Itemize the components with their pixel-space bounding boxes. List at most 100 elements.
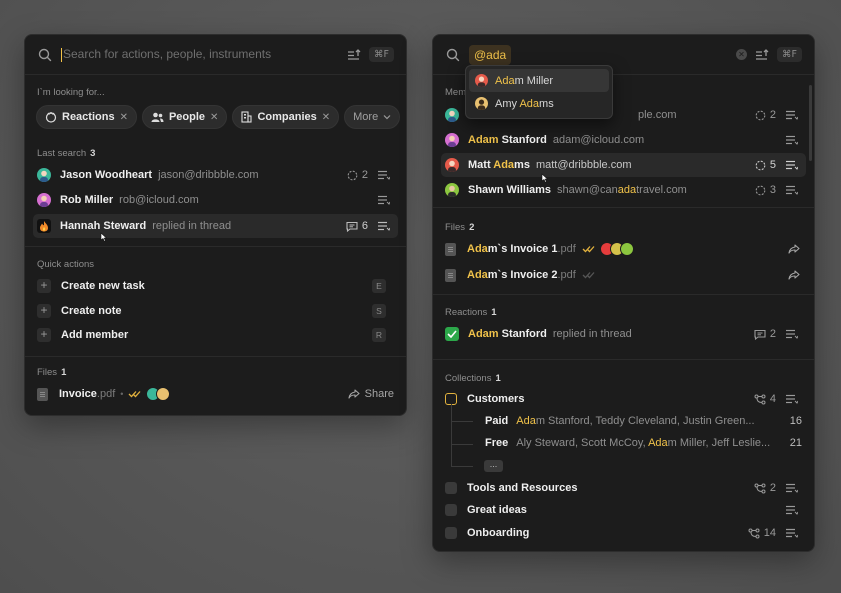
activity-text: replied in thread [552,328,632,340]
search-input[interactable]: Search for actions, people, instruments [61,47,347,62]
file-icon [445,268,456,282]
command-palette-left: Search for actions, people, instruments … [24,34,407,416]
divider [433,207,814,208]
sort-icon[interactable] [755,48,769,61]
collection-item[interactable]: Great ideas [445,498,806,522]
menu-icon[interactable] [378,170,390,180]
menu-icon[interactable] [786,135,798,145]
member-email: matt@dribbble.com [535,159,632,171]
menu-icon[interactable] [786,483,798,493]
sort-icon[interactable] [347,48,361,61]
chip-label: People [168,111,206,123]
sub-count: 16 [789,415,802,427]
reaction-item[interactable]: Adam Stanford replied in thread 2 [445,322,806,346]
mouse-cursor [100,232,108,242]
menu-icon[interactable] [786,394,798,404]
avatar [445,133,459,147]
avatar [37,193,51,207]
person-name: Jason Woodheart [60,169,153,181]
collection-label: Tools and Resources [467,482,578,494]
close-icon[interactable]: ✕ [322,112,330,123]
collection-label: Customers [467,393,525,405]
comment-icon [754,329,766,340]
avatar [37,168,51,182]
avatar-stack [599,242,643,256]
share-button[interactable]: Share [348,388,394,400]
clear-icon[interactable]: ✕ [736,49,748,60]
folder-checkbox[interactable] [445,527,457,539]
loading-icon [755,110,766,120]
divider [433,359,814,360]
divider [25,356,406,357]
comment-icon [346,221,358,232]
file-name: Invoice.pdf [59,388,116,400]
file-item[interactable]: Adam`s Invoice 1.pdf [445,237,806,261]
looking-for-label: I`m looking for... [37,87,105,98]
recent-item[interactable]: Jason Woodheart jason@dribbble.com 2 [33,163,398,187]
action-label: Add member [61,329,129,341]
avatar [445,108,459,122]
file-item[interactable]: Invoice.pdf • Share [37,382,398,406]
close-icon[interactable]: ✕ [210,112,218,123]
menu-icon[interactable] [786,329,798,339]
menu-icon[interactable] [786,160,798,170]
menu-icon[interactable] [786,505,798,515]
thread-count: 3 [755,184,776,196]
menu-icon[interactable] [786,185,798,195]
files-label: Files 1 [37,367,67,378]
building-icon [241,111,252,123]
last-search-label: Last search 3 [37,148,96,159]
folder-checkbox[interactable] [445,482,457,494]
action-create-task[interactable]: + Create new task E [37,274,398,298]
more-items-button[interactable]: ... [484,460,503,472]
menu-icon[interactable] [786,110,798,120]
collection-sub-item[interactable]: Free Aly Steward, Scott McCoy, Adam Mill… [485,431,806,455]
member-item[interactable]: Adam Stanford adam@icloud.com [441,128,806,152]
share-icon[interactable] [788,270,800,280]
collection-customers[interactable]: Customers 4 [445,387,806,411]
menu-icon[interactable] [378,221,390,231]
collection-item[interactable]: Onboarding 14 [445,521,806,545]
sub-label: Free [485,437,509,449]
shortcut-badge: ⌘F [777,47,802,62]
menu-icon[interactable] [378,195,390,205]
collection-sub-item[interactable]: Paid Adam Stanford, Teddy Cleveland, Jus… [485,409,806,433]
file-item[interactable]: Adam`s Invoice 2.pdf [445,263,806,287]
shortcut-key: S [372,304,386,318]
avatar [475,74,488,87]
folder-checkbox[interactable] [445,504,457,516]
check-icon [445,327,459,341]
mention-name: Adam Miller [495,74,554,87]
action-label: Create note [61,305,122,317]
member-item[interactable]: Matt Adams matt@dribbble.com 5 [441,153,806,177]
mention-option[interactable]: Adam Miller [469,69,609,92]
divider [433,294,814,295]
mention-option[interactable]: Amy Adams [469,92,609,115]
avatar [156,387,171,401]
collection-item[interactable]: Tools and Resources 2 [445,476,806,500]
action-label: Create new task [61,280,145,292]
chip-people[interactable]: People ✕ [141,105,228,129]
reactions-label: Reactions 1 [445,307,497,318]
collections-label: Collections 1 [445,373,501,384]
chip-companies[interactable]: Companies ✕ [232,105,340,129]
loading-icon [755,160,766,170]
member-item[interactable]: Shawn Williams shawn@canadatravel.com 3 [441,178,806,202]
recent-item[interactable]: Hannah Steward replied in thread 6 [33,214,398,238]
chip-reactions[interactable]: Reactions ✕ [36,105,137,129]
search-icon [445,47,461,63]
file-icon [37,387,48,401]
search-input[interactable]: @ada [469,44,512,65]
recent-item[interactable]: Rob Miller rob@icloud.com [33,188,398,212]
action-create-note[interactable]: + Create note S [37,299,398,323]
share-icon[interactable] [788,244,800,254]
avatar [445,183,459,197]
action-add-member[interactable]: + Add member R [37,323,398,347]
person-email: jason@dribbble.com [158,169,259,181]
filter-chips: Reactions ✕ People ✕ Companies ✕ More [36,105,401,129]
more-dropdown[interactable]: More [344,105,401,129]
close-icon[interactable]: ✕ [120,112,128,123]
menu-icon[interactable] [786,528,798,538]
chevron-down-icon [383,114,391,120]
scrollbar[interactable] [809,85,812,161]
